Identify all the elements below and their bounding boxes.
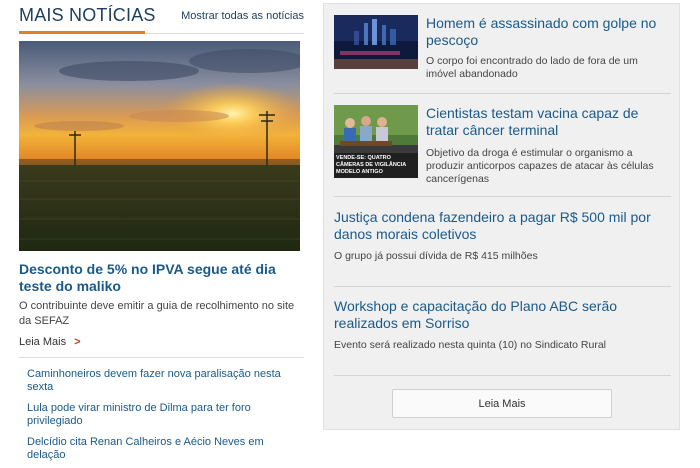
news-list-panel: Homem é assassinado com golpe no pescoço… (323, 3, 680, 430)
related-link[interactable]: Delcídio cita Renan Calheiros e Aécio Ne… (27, 436, 302, 462)
more-news-section: MAIS NOTÍCIAS Mostrar todas as notícias (19, 0, 304, 461)
related-link[interactable]: Lula pode virar ministro de Dilma para t… (27, 402, 302, 428)
section-header: MAIS NOTÍCIAS Mostrar todas as notícias (19, 0, 304, 34)
news-item[interactable]: Homem é assassinado com golpe no pescoço… (334, 15, 671, 80)
news-item-summary: Evento será realizado nesta quinta (10) … (334, 339, 606, 351)
lead-story-title[interactable]: Desconto de 5% no IPVA segue até dia tes… (19, 261, 304, 295)
thumbnail-caption: VENDE-SE: QUATRO CÂMERAS DE VIGILÂNCIA M… (336, 155, 407, 175)
sunset-field-photo (19, 41, 300, 251)
chevron-right-icon: > (74, 336, 81, 348)
news-item-summary: O corpo foi encontrado do lado de fora d… (426, 55, 638, 80)
divider (19, 357, 304, 358)
related-link[interactable]: Caminhoneiros devem fazer nova paralisaç… (27, 368, 302, 394)
divider (334, 93, 671, 94)
section-title: MAIS NOTÍCIAS (19, 5, 156, 25)
news-item-title[interactable]: Homem é assassinado com golpe no pescoço (426, 15, 671, 49)
news-item[interactable]: Justiça condena fazendeiro a pagar R$ 50… (334, 209, 671, 269)
city-night-photo (334, 15, 418, 69)
lead-read-more-link[interactable]: Leia Mais > (19, 336, 81, 348)
news-thumbnail[interactable]: VENDE-SE: QUATRO CÂMERAS DE VIGILÂNCIA M… (334, 105, 418, 178)
divider (334, 286, 671, 287)
news-item-summary: O grupo já possui dívida de R$ 415 milhõ… (334, 250, 538, 262)
divider (334, 196, 671, 197)
news-item-title[interactable]: Justiça condena fazendeiro a pagar R$ 50… (334, 209, 664, 243)
news-item-title[interactable]: Workshop e capacitação do Plano ABC serã… (334, 298, 664, 332)
news-item-title[interactable]: Cientistas testam vacina capaz de tratar… (426, 105, 671, 139)
show-all-news-link[interactable]: Mostrar todas as notícias (181, 10, 304, 22)
news-thumbnail[interactable] (334, 15, 418, 69)
news-item[interactable]: VENDE-SE: QUATRO CÂMERAS DE VIGILÂNCIA M… (334, 105, 671, 185)
news-item-summary: Objetivo da droga é estimular o organism… (426, 147, 654, 185)
read-more-label: Leia Mais (19, 336, 67, 348)
related-links-list: Caminhoneiros devem fazer nova paralisaç… (27, 368, 302, 468)
lead-story-summary: O contribuinte deve emitir a guia de rec… (19, 300, 295, 327)
news-item[interactable]: Workshop e capacitação do Plano ABC serã… (334, 298, 671, 358)
divider (334, 375, 671, 376)
read-more-button[interactable]: Leia Mais (392, 389, 612, 418)
lead-story-image[interactable] (19, 41, 300, 251)
section-accent-bar (19, 31, 145, 34)
